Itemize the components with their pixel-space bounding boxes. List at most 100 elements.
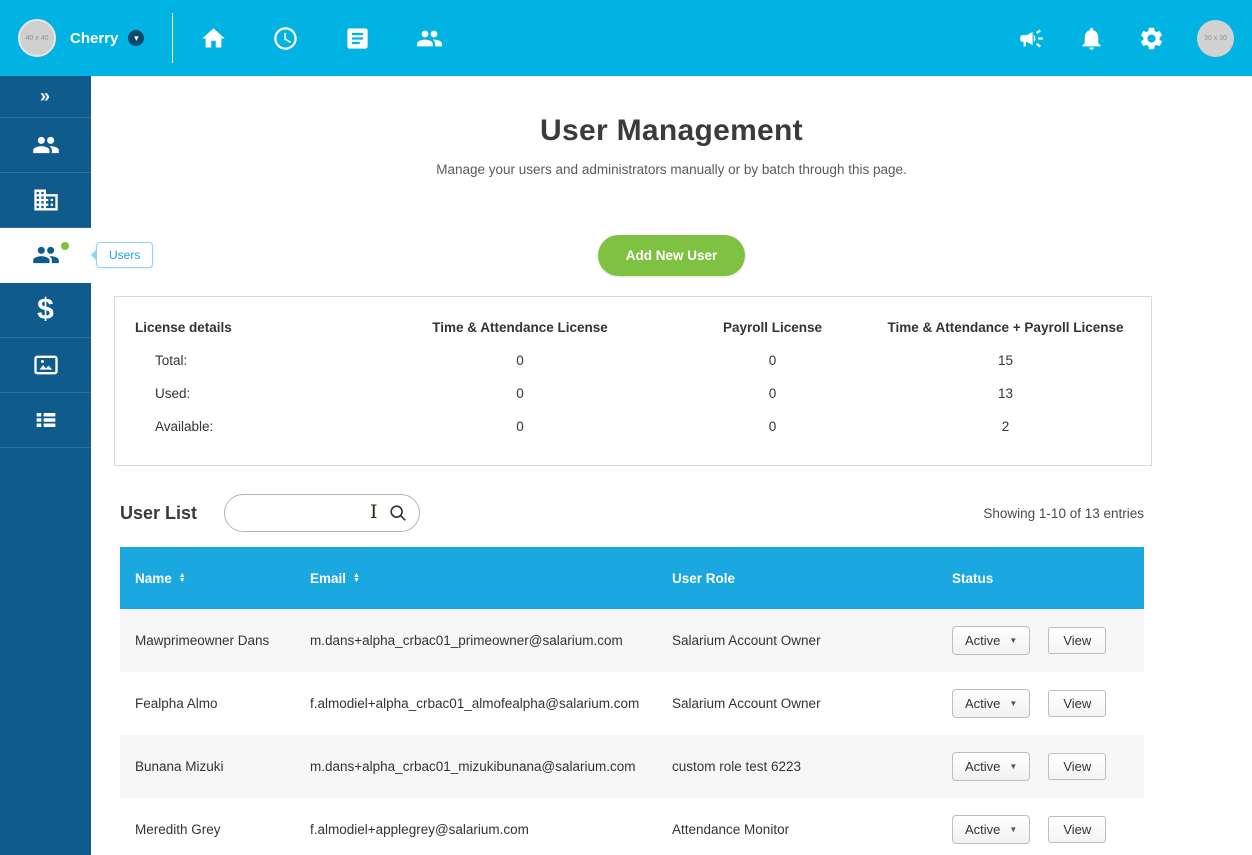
- column-header-name[interactable]: Name ▲ ▼: [120, 571, 295, 586]
- company-avatar[interactable]: 40 x 40: [18, 19, 56, 57]
- chevron-down-icon: ▼: [1009, 699, 1018, 708]
- view-button[interactable]: View: [1048, 690, 1107, 717]
- user-list-section: User List I Showing 1-10 of 13 entries N…: [120, 494, 1144, 855]
- cell-status: Active ▼ View: [937, 752, 1144, 781]
- license-value: 0: [516, 419, 524, 434]
- people-icon[interactable]: [415, 24, 443, 52]
- notifications-bell-icon[interactable]: [1077, 24, 1105, 52]
- sidebar-tooltip-users: Users: [96, 242, 154, 268]
- people-icon: [32, 136, 59, 154]
- license-col-header: License details: [135, 320, 232, 335]
- double-chevron-right-icon: »: [39, 86, 51, 106]
- column-header-role: User Role: [657, 571, 937, 586]
- sidebar-item-users[interactable]: Users: [0, 228, 154, 283]
- cell-role: Salarium Account Owner: [672, 633, 821, 648]
- list-icon: [36, 413, 55, 427]
- dollar-icon: $: [37, 293, 54, 326]
- sidebar-item-company[interactable]: [0, 173, 91, 228]
- clock-icon[interactable]: [271, 24, 299, 52]
- column-header-email[interactable]: Email ▲ ▼: [295, 571, 657, 586]
- chevron-down-icon: ▼: [1009, 762, 1018, 771]
- status-value: Active: [965, 759, 1001, 774]
- cell-email: f.almodiel+applegrey@salarium.com: [310, 822, 529, 837]
- sort-down-arrow: ▼: [353, 577, 360, 584]
- license-row-label: Total:: [155, 353, 188, 368]
- license-col-header: Payroll License: [722, 320, 823, 335]
- cell-role: Salarium Account Owner: [672, 696, 821, 711]
- column-label: User Role: [672, 570, 736, 586]
- status-dropdown[interactable]: Active ▼: [952, 689, 1031, 718]
- search-icon[interactable]: [388, 503, 408, 523]
- announcements-megaphone-icon[interactable]: [1017, 24, 1045, 52]
- building-icon: [33, 189, 58, 211]
- cell-name: Mawprimeowner Dans: [135, 633, 270, 648]
- column-label: Email: [310, 570, 347, 586]
- sort-down-arrow: ▼: [178, 577, 186, 584]
- status-dropdown[interactable]: Active ▼: [952, 626, 1031, 655]
- table-row: Bunana Mizuki m.dans+alpha_crbac01_mizuk…: [120, 735, 1144, 798]
- status-dropdown[interactable]: Active ▼: [952, 752, 1031, 781]
- page-title: User Management: [540, 114, 803, 147]
- table-row: Meredith Grey f.almodiel+applegrey@salar…: [120, 798, 1144, 855]
- column-header-status: Status: [937, 571, 1144, 586]
- image-icon: [33, 355, 58, 375]
- license-value: 0: [768, 386, 777, 401]
- license-value: 0: [768, 353, 777, 368]
- cell-email: m.dans+alpha_crbac01_mizukibunana@salari…: [310, 759, 636, 774]
- license-value: 2: [1001, 419, 1010, 434]
- search-wrap: I: [224, 494, 421, 532]
- column-label: Name: [135, 570, 172, 586]
- cell-status: Active ▼ View: [937, 689, 1144, 718]
- sidebar: » Users $: [0, 76, 154, 855]
- chevron-down-icon: ▼: [1009, 825, 1018, 834]
- status-value: Active: [965, 822, 1001, 837]
- add-new-user-button[interactable]: Add New User: [597, 235, 746, 276]
- home-icon[interactable]: [199, 24, 227, 52]
- cell-role: custom role test 6223: [672, 759, 802, 774]
- view-button[interactable]: View: [1048, 753, 1107, 780]
- user-avatar[interactable]: 30 x 30: [1197, 19, 1234, 57]
- status-value: Active: [965, 633, 1001, 648]
- sidebar-expand-button[interactable]: »: [0, 76, 91, 118]
- license-value: 13: [997, 386, 1014, 401]
- active-indicator-dot: [61, 242, 69, 250]
- column-label: Status: [952, 570, 994, 586]
- user-table-header: Name ▲ ▼ Email ▲ ▼ User Role Status: [120, 547, 1144, 609]
- table-row: Fealpha Almo f.almodiel+alpha_crbac01_al…: [120, 672, 1144, 735]
- topbar: 40 x 40 Cherry ▾ 30 x 30: [0, 0, 1252, 76]
- settings-gear-icon[interactable]: [1137, 24, 1165, 52]
- sidebar-item-employees[interactable]: [0, 118, 91, 173]
- cell-name: Meredith Grey: [135, 822, 221, 837]
- cell-name: Bunana Mizuki: [135, 759, 224, 774]
- chevron-down-icon: ▼: [1009, 636, 1018, 645]
- license-value: 0: [516, 386, 524, 401]
- sidebar-item-reports[interactable]: [0, 393, 91, 448]
- view-button[interactable]: View: [1048, 627, 1107, 654]
- sort-icon[interactable]: ▲ ▼: [353, 572, 360, 584]
- cell-role: Attendance Monitor: [672, 822, 790, 837]
- cell-name: Fealpha Almo: [135, 696, 218, 711]
- main-content: User Management Manage your users and ad…: [91, 76, 1252, 855]
- company-switcher-caret-icon[interactable]: ▾: [128, 30, 145, 46]
- license-row-label: Used:: [155, 386, 191, 401]
- cell-email: f.almodiel+alpha_crbac01_almofealpha@sal…: [310, 696, 640, 711]
- document-icon[interactable]: [343, 24, 371, 52]
- license-col-header: Time & Attendance + Payroll License: [887, 320, 1124, 335]
- user-table: Name ▲ ▼ Email ▲ ▼ User Role Status Mawp…: [120, 547, 1144, 855]
- sort-icon[interactable]: ▲ ▼: [178, 572, 186, 584]
- license-value: 0: [516, 353, 524, 368]
- cell-status: Active ▼ View: [937, 626, 1144, 655]
- status-dropdown[interactable]: Active ▼: [952, 815, 1031, 844]
- topbar-left: 40 x 40 Cherry ▾: [18, 13, 443, 63]
- license-grid: License details Time & Attendance Licens…: [135, 311, 1131, 443]
- status-value: Active: [965, 696, 1001, 711]
- sidebar-item-gallery[interactable]: [0, 338, 91, 393]
- view-button[interactable]: View: [1048, 816, 1107, 843]
- user-avatar-placeholder: 30 x 30: [1204, 34, 1227, 42]
- topbar-nav: [199, 24, 443, 52]
- user-list-header: User List I Showing 1-10 of 13 entries: [120, 494, 1144, 532]
- license-col-header: Time & Attendance License: [432, 320, 608, 335]
- sidebar-item-payroll[interactable]: $: [0, 283, 91, 338]
- license-details-box: License details Time & Attendance Licens…: [114, 296, 1152, 466]
- license-row-label: Available:: [155, 419, 214, 434]
